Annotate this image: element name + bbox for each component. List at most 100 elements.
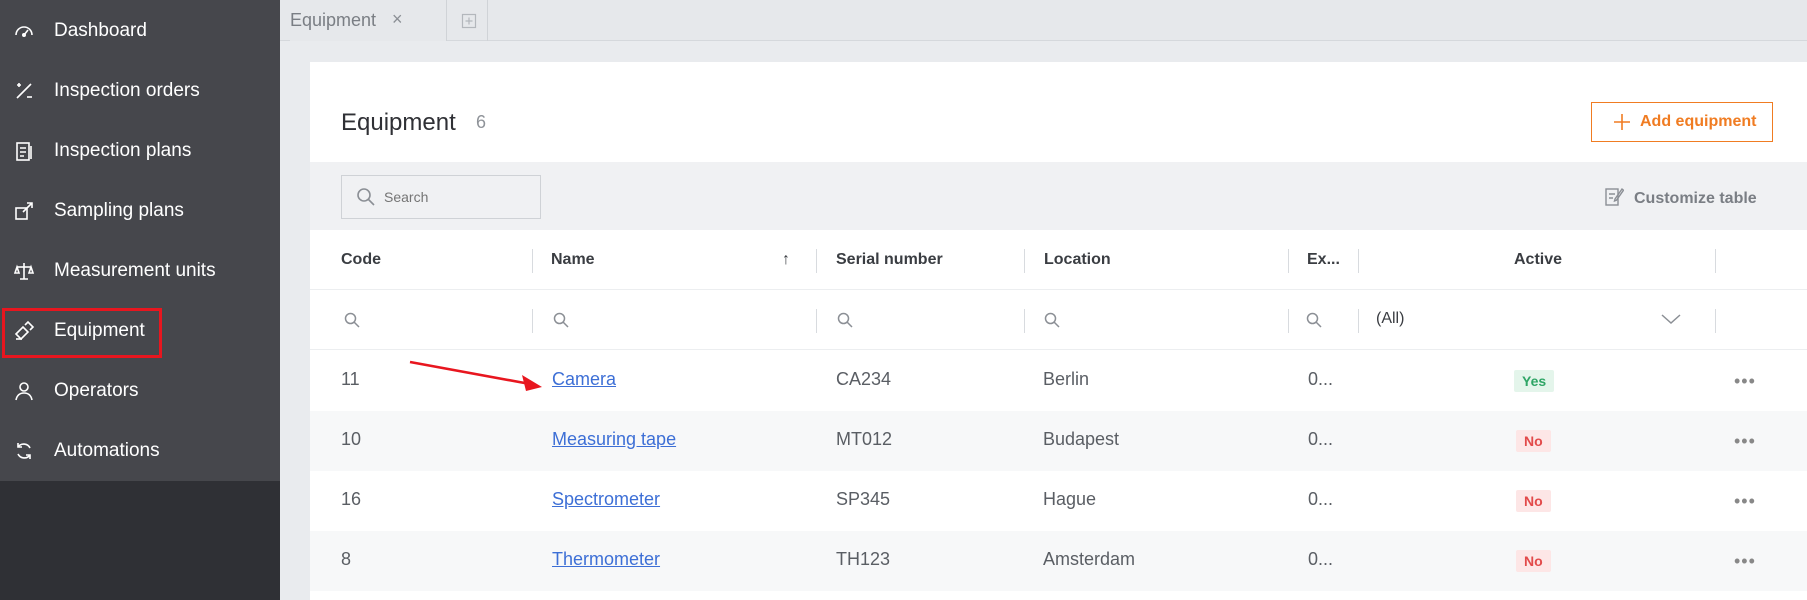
table-toolbar: Customize table xyxy=(310,162,1807,230)
tab-bar: Equipment × xyxy=(280,0,1807,41)
column-separator xyxy=(532,309,533,333)
sidebar-item-automations[interactable]: Automations xyxy=(0,420,280,480)
cell-serial: CA234 xyxy=(836,369,892,389)
column-header-serial-number[interactable]: Serial number xyxy=(836,230,1016,290)
column-separator[interactable] xyxy=(1715,249,1716,273)
tab-equipment[interactable]: Equipment × xyxy=(290,0,718,41)
row-menu-icon[interactable]: ••• xyxy=(1734,551,1756,572)
sampling-icon xyxy=(12,199,36,223)
cell-code: 8 xyxy=(341,549,352,569)
cell-serial: SP345 xyxy=(836,489,891,509)
column-separator[interactable] xyxy=(816,249,817,273)
cell-ex: 0... xyxy=(1308,549,1334,569)
filter-name-search-icon[interactable] xyxy=(553,312,569,333)
sidebar-item-label: Automations xyxy=(54,440,160,461)
cell-location: Amsterdam xyxy=(1043,549,1136,569)
equipment-panel: Equipment 6 Add equipment Customize tabl… xyxy=(310,62,1807,600)
filter-code-search-icon[interactable] xyxy=(344,312,360,333)
cell-ex: 0... xyxy=(1308,429,1334,449)
plus-icon xyxy=(1612,112,1632,137)
column-header-active[interactable]: Active xyxy=(1514,230,1594,290)
filter-ex-search-icon[interactable] xyxy=(1306,312,1322,333)
sidebar-nav: Dashboard Inspection orders Inspection p… xyxy=(0,0,280,481)
row-menu-icon[interactable]: ••• xyxy=(1734,491,1756,512)
cell-ex: 0... xyxy=(1308,489,1334,509)
status-badge: Yes xyxy=(1514,370,1555,392)
sidebar-item-measurement-units[interactable]: Measurement units xyxy=(0,240,280,300)
cell-serial: TH123 xyxy=(836,549,891,569)
table-row[interactable]: 10 Measuring tape MT012 Budapest 0... No… xyxy=(310,411,1807,471)
new-tab-button[interactable] xyxy=(450,0,488,41)
equipment-icon xyxy=(12,319,36,343)
sidebar-item-sampling-plans[interactable]: Sampling plans xyxy=(0,180,280,240)
chevron-down-icon[interactable] xyxy=(1660,312,1682,331)
column-separator xyxy=(816,309,817,333)
column-separator xyxy=(1715,309,1716,333)
cell-code: 16 xyxy=(341,489,362,509)
column-separator[interactable] xyxy=(1288,249,1289,273)
cell-location: Budapest xyxy=(1043,429,1120,449)
sidebar: Dashboard Inspection orders Inspection p… xyxy=(0,0,280,600)
column-header-location[interactable]: Location xyxy=(1044,230,1244,290)
sidebar-item-label: Inspection plans xyxy=(54,140,192,161)
table-header: Code Name ↑ Serial number Location Ex...… xyxy=(310,230,1807,290)
cell-location: Berlin xyxy=(1043,369,1090,389)
cell-location: Hague xyxy=(1043,489,1097,509)
tab-close-icon[interactable]: × xyxy=(392,8,403,30)
add-equipment-label: Add equipment xyxy=(1640,113,1757,130)
search-input[interactable] xyxy=(384,186,524,208)
equipment-link[interactable]: Measuring tape xyxy=(552,429,676,449)
tools-icon xyxy=(12,79,36,103)
sidebar-item-label: Equipment xyxy=(54,320,145,341)
cell-serial: MT012 xyxy=(836,429,893,449)
column-separator[interactable] xyxy=(532,249,533,273)
cell-code: 10 xyxy=(341,429,362,449)
column-separator[interactable] xyxy=(1358,249,1359,273)
sidebar-item-label: Sampling plans xyxy=(54,200,184,221)
cell-ex: 0... xyxy=(1308,369,1334,389)
user-icon xyxy=(12,379,36,403)
sidebar-item-label: Operators xyxy=(54,380,139,401)
row-menu-icon[interactable]: ••• xyxy=(1734,431,1756,452)
sync-icon xyxy=(12,439,36,463)
edit-table-icon xyxy=(1604,185,1625,212)
sidebar-item-inspection-plans[interactable]: Inspection plans xyxy=(0,120,280,180)
search-box[interactable] xyxy=(341,175,541,219)
sort-ascending-icon[interactable]: ↑ xyxy=(782,230,798,290)
filter-row: (All) xyxy=(310,290,1807,350)
table-row[interactable]: 11 Camera CA234 Berlin 0... Yes ••• xyxy=(310,351,1807,411)
status-badge: No xyxy=(1516,550,1551,572)
column-separator xyxy=(1358,309,1359,333)
sidebar-item-equipment[interactable]: Equipment xyxy=(0,300,280,360)
filter-serial-search-icon[interactable] xyxy=(837,312,853,333)
sidebar-item-label: Inspection orders xyxy=(54,80,200,101)
sidebar-item-dashboard[interactable]: Dashboard xyxy=(0,0,280,60)
tab-equipment-body[interactable]: Equipment × xyxy=(290,0,447,41)
active-filter-select[interactable]: (All) xyxy=(1376,310,1404,328)
row-menu-icon[interactable]: ••• xyxy=(1734,371,1756,392)
filter-location-search-icon[interactable] xyxy=(1044,312,1060,333)
table-row[interactable]: 16 Spectrometer SP345 Hague 0... No ••• xyxy=(310,471,1807,531)
sidebar-item-inspection-orders[interactable]: Inspection orders xyxy=(0,60,280,120)
add-equipment-button[interactable]: Add equipment xyxy=(1591,102,1773,142)
customize-table-button[interactable]: Customize table xyxy=(1604,185,1757,212)
equipment-link[interactable]: Spectrometer xyxy=(552,489,660,509)
equipment-link[interactable]: Thermometer xyxy=(552,549,660,569)
table-row[interactable]: 8 Thermometer TH123 Amsterdam 0... No ••… xyxy=(310,531,1807,591)
scale-icon xyxy=(12,259,36,283)
sidebar-item-operators[interactable]: Operators xyxy=(0,360,280,420)
status-badge: No xyxy=(1516,430,1551,452)
clipboard-icon xyxy=(12,139,36,163)
column-header-name[interactable]: Name xyxy=(551,230,751,290)
tab-label: Equipment xyxy=(290,10,377,30)
new-tab-icon xyxy=(461,13,476,28)
cell-code: 11 xyxy=(341,369,360,389)
column-header-ex[interactable]: Ex... xyxy=(1307,230,1347,290)
sidebar-item-label: Measurement units xyxy=(54,260,216,281)
column-separator[interactable] xyxy=(1024,249,1025,273)
column-separator xyxy=(1024,309,1025,333)
equipment-count: 6 xyxy=(476,112,487,132)
equipment-link[interactable]: Camera xyxy=(552,369,616,389)
column-header-code[interactable]: Code xyxy=(341,230,491,290)
sidebar-item-label: Dashboard xyxy=(54,20,147,41)
